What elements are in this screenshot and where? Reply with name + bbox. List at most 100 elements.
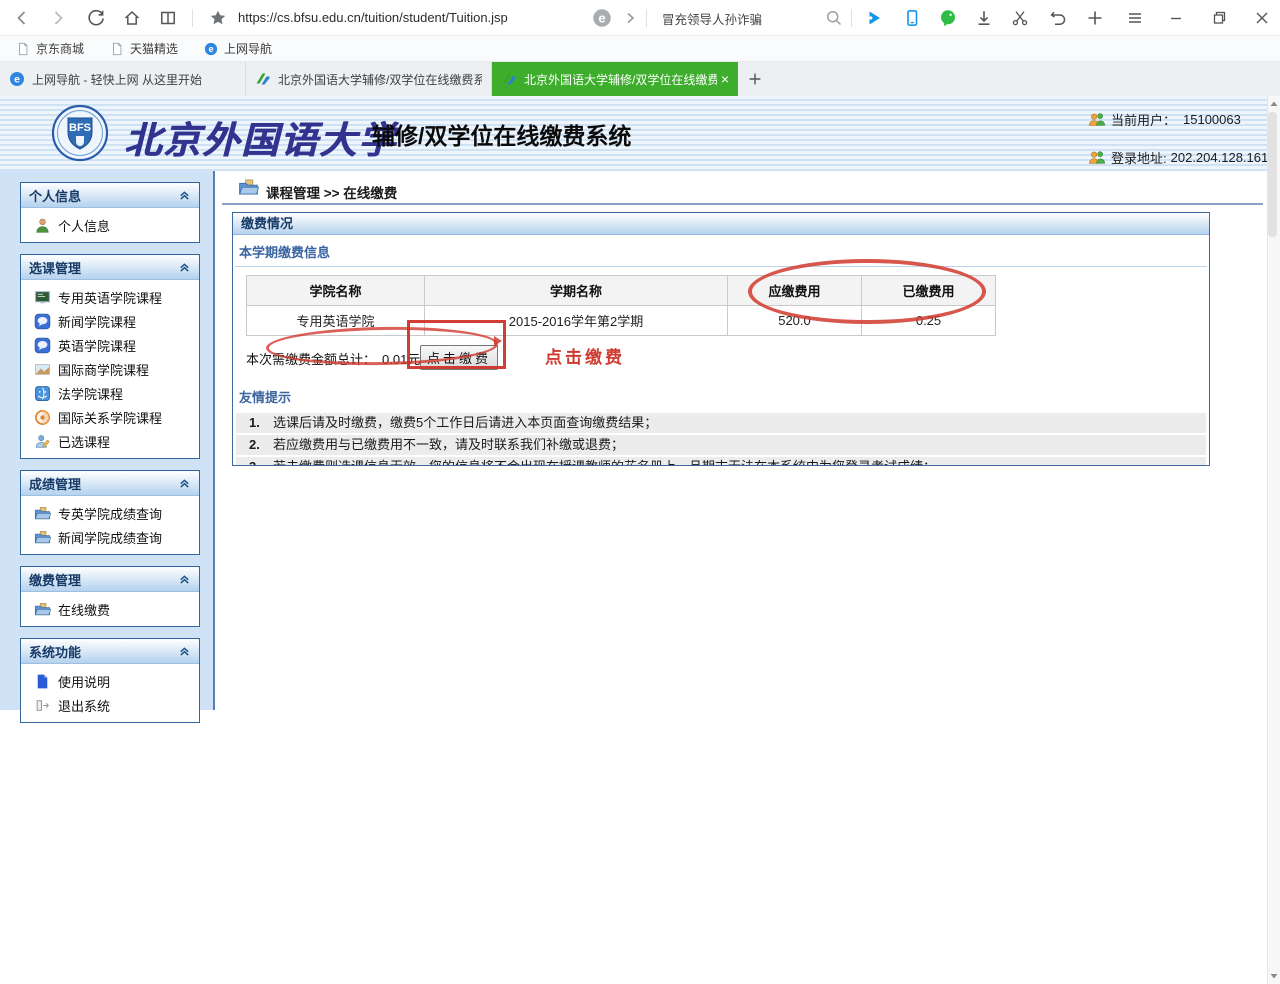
folder-icon (237, 177, 260, 198)
collapse-chevron-icon[interactable] (178, 477, 191, 490)
browser-tab[interactable]: 北京外国语大学辅修/双学位在线缴费系 (246, 62, 492, 96)
reload-icon[interactable] (86, 8, 106, 28)
sidebar-item[interactable]: 专英学院成绩查询 (21, 501, 199, 525)
panel-title: 缴费情况 (233, 213, 1209, 235)
sidebar-item[interactable]: 在线缴费 (21, 597, 199, 621)
bookmarks-bar: 京东商城 天猫精选 e上网导航 (0, 36, 1280, 62)
payment-panel: 缴费情况 本学期缴费信息 学院名称学期名称应缴费用已缴费用 专用英语学院2015… (232, 212, 1210, 466)
bookmark-star-icon[interactable] (208, 8, 228, 28)
sidebar-section: 个人信息个人信息 (20, 182, 200, 243)
sidebar-item[interactable]: 英语学院课程 (21, 333, 199, 357)
current-user-info: 当前用户： 15100063 (1088, 110, 1241, 129)
minimize-icon[interactable] (1166, 8, 1186, 28)
table-cell: 0.25 (862, 306, 996, 336)
sidebar-section: 选课管理专用英语学院课程新闻学院课程英语学院课程国际商学院课程法学院课程国际关系… (20, 254, 200, 459)
sidebar-item[interactable]: 使用说明 (21, 669, 199, 693)
table-header-cell: 已缴费用 (862, 276, 996, 306)
folder-icon (34, 529, 51, 546)
sidebar-section: 系统功能使用说明退出系统 (20, 638, 200, 723)
tip-row: 1.选课后请及时缴费，缴费5个工作日后请进入本页面查询缴费结果； (236, 413, 1206, 433)
home-icon[interactable] (122, 8, 142, 28)
back-icon[interactable] (12, 8, 32, 28)
tab-close-icon[interactable]: × (721, 72, 729, 86)
sidebar-item[interactable]: 新闻学院课程 (21, 309, 199, 333)
sidebar-item[interactable]: 退出系统 (21, 693, 199, 717)
search-input[interactable] (660, 7, 814, 29)
wechat-icon[interactable] (938, 8, 958, 28)
menu-icon[interactable] (1125, 8, 1145, 28)
sidebar-section-header[interactable]: 系统功能 (21, 639, 199, 664)
bookmark-item[interactable]: e上网导航 (204, 40, 272, 57)
finder-icon (34, 385, 51, 402)
toolbar-divider (192, 9, 193, 27)
close-icon[interactable] (1252, 8, 1272, 28)
sidebar-item[interactable]: 新闻学院成绩查询 (21, 525, 199, 549)
collapse-chevron-icon[interactable] (178, 189, 191, 202)
tip-row: 2.若应缴费用与已缴费用不一致，请及时联系我们补缴或退费； (236, 435, 1206, 455)
globe-icon (34, 409, 51, 426)
sidebar-section-header[interactable]: 选课管理 (21, 255, 199, 280)
mobile-icon[interactable] (902, 8, 922, 28)
pay-button[interactable]: 点击缴费 (420, 345, 498, 370)
sidebar-item[interactable]: 法学院课程 (21, 381, 199, 405)
sidebar-item[interactable]: 专用英语学院课程 (21, 285, 199, 309)
restore-icon[interactable] (1210, 8, 1230, 28)
sidebar-item-label: 新闻学院成绩查询 (58, 528, 162, 547)
ie-gray-icon[interactable]: e (592, 8, 612, 28)
video-play-icon[interactable] (864, 8, 884, 28)
university-name: 北京外国语大学 (124, 110, 397, 164)
collapse-chevron-icon[interactable] (178, 573, 191, 586)
address-bar-url[interactable]: https://cs.bfsu.edu.cn/tuition/student/T… (238, 10, 508, 25)
table-header-cell: 学期名称 (425, 276, 728, 306)
bookmark-item[interactable]: 京东商城 (16, 40, 84, 57)
scroll-down-icon[interactable] (1268, 969, 1280, 983)
browser-tab[interactable]: 北京外国语大学辅修/双学位在线缴费× (492, 62, 738, 96)
table-header-row: 学院名称学期名称应缴费用已缴费用 (247, 276, 996, 306)
current-user-label: 当前用户： (1111, 110, 1176, 129)
tab-bar: e 上网导航 - 轻快上网 从这里开始北京外国语大学辅修/双学位在线缴费系北京外国… (0, 62, 1280, 96)
download-icon[interactable] (974, 8, 994, 28)
bookmark-label: 上网导航 (224, 40, 272, 57)
doc-icon (34, 673, 51, 690)
new-tab-button[interactable] (738, 62, 772, 96)
scroll-up-icon[interactable] (1268, 97, 1280, 111)
collapse-chevron-icon[interactable] (178, 645, 191, 658)
screenshot-scissors-icon[interactable] (1010, 8, 1030, 28)
total-due-label: 本次需缴费金额总计： (246, 349, 376, 368)
sidebar-section-title: 系统功能 (29, 642, 81, 661)
sidebar-item[interactable]: 个人信息 (21, 213, 199, 237)
collapse-chevron-icon[interactable] (178, 261, 191, 274)
table-cell: 专用英语学院 (247, 306, 425, 336)
undo-icon[interactable] (1048, 8, 1068, 28)
sidebar-section-header[interactable]: 缴费管理 (21, 567, 199, 592)
sidebar-item[interactable]: 国际商学院课程 (21, 357, 199, 381)
forward-icon[interactable] (48, 8, 68, 28)
reading-mode-icon[interactable] (158, 8, 178, 28)
site-header: BFS 北京外国语大学 辅修/双学位在线缴费系统 当前用户： 15100063 … (0, 96, 1280, 171)
add-icon[interactable] (1085, 8, 1105, 28)
e-icon: e (9, 71, 25, 87)
sidebar-item-label: 使用说明 (58, 672, 110, 691)
login-address-info: 登录地址: 202.204.128.161 (1088, 148, 1268, 167)
sidebar-divider (213, 171, 215, 710)
person-icon (34, 217, 51, 234)
browser-tab[interactable]: e 上网导航 - 轻快上网 从这里开始 (0, 62, 246, 96)
payment-table: 学院名称学期名称应缴费用已缴费用 专用英语学院2015-2016学年第2学期52… (246, 275, 996, 336)
sidebar-item[interactable]: 已选课程 (21, 429, 199, 453)
sidebar-item[interactable]: 国际关系学院课程 (21, 405, 199, 429)
system-title: 辅修/双学位在线缴费系统 (372, 117, 631, 151)
browser-toolbar: https://cs.bfsu.edu.cn/tuition/student/T… (0, 0, 1280, 36)
tab-label: 上网导航 - 轻快上网 从这里开始 (32, 71, 236, 88)
search-icon[interactable] (824, 8, 844, 28)
bookmark-item[interactable]: 天猫精选 (110, 40, 178, 57)
sidebar-section-header[interactable]: 成绩管理 (21, 471, 199, 496)
scrollbar-thumb[interactable] (1268, 112, 1277, 237)
login-address-value: 202.204.128.161 (1171, 150, 1269, 165)
sidebar-section-header[interactable]: 个人信息 (21, 183, 199, 208)
tip-text: 若应缴费用与已缴费用不一致，请及时联系我们补缴或退费； (273, 435, 624, 455)
svg-text:e: e (598, 11, 605, 26)
tip-number: 3. (249, 457, 273, 466)
tip-text: 若未缴费则选课信息无效，您的信息将不会出现在授课教师的花名册上，且期末无法在本系… (273, 457, 936, 466)
sidebar-section-body: 使用说明退出系统 (21, 664, 199, 722)
expand-chevron-icon[interactable] (620, 8, 640, 28)
